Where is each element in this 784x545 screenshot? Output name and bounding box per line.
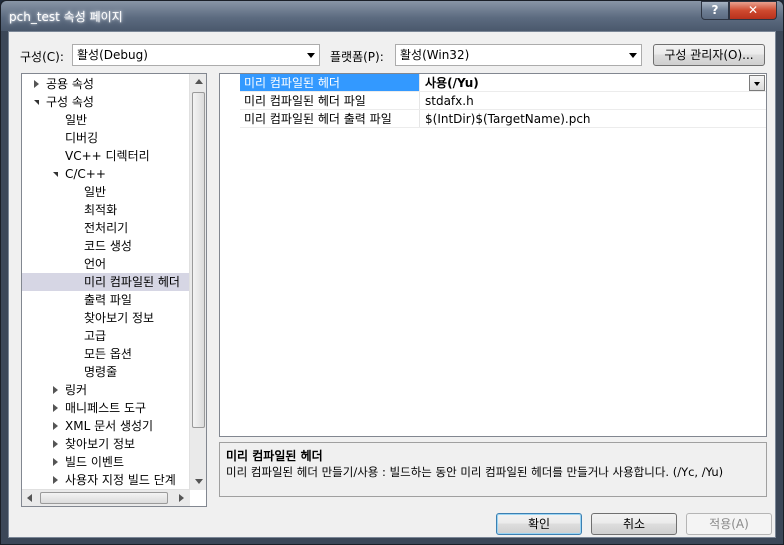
tree-item-label: VC++ 디렉터리	[65, 149, 150, 163]
description-title: 미리 컴파일된 헤더	[226, 449, 323, 463]
tree-hscroll-thumb[interactable]	[40, 492, 168, 504]
config-select-value: 활성(Debug)	[77, 48, 148, 62]
window-title: pch_test 속성 페이지	[9, 10, 123, 24]
tree-item-label: 공용 속성	[46, 77, 94, 91]
scroll-down-icon[interactable]	[195, 479, 203, 484]
platform-select[interactable]: 활성(Win32)	[395, 44, 642, 66]
chevron-down-icon	[754, 82, 760, 86]
collapsed-arrow-icon[interactable]	[53, 476, 58, 484]
tree-item-label: 미리 컴파일된 헤더	[84, 275, 180, 289]
tree-item-label: 매니페스트 도구	[65, 401, 147, 415]
tree-item-label: 디버깅	[65, 131, 99, 145]
help-button[interactable]: ?	[701, 1, 729, 20]
tree-item-label: 일반	[84, 185, 107, 199]
property-row[interactable]: 미리 컴파일된 헤더 파일 stdafx.h	[220, 92, 766, 110]
platform-select-value: 활성(Win32)	[400, 48, 470, 62]
tree-item-label: 최적화	[84, 203, 118, 217]
property-row[interactable]: 미리 컴파일된 헤더 사용(/Yu)	[220, 74, 766, 92]
property-value[interactable]: stdafx.h	[421, 92, 766, 110]
tree-item-label: 언어	[84, 257, 107, 271]
tree-scroll-thumb[interactable]	[192, 92, 205, 428]
property-value-text: $(IntDir)$(TargetName).pch	[425, 112, 591, 126]
collapsed-arrow-icon[interactable]	[34, 80, 39, 88]
description-panel: 미리 컴파일된 헤더 미리 컴파일된 헤더 만들기/사용 : 빌드하는 동안 미…	[219, 442, 767, 497]
scroll-right-icon[interactable]	[179, 494, 184, 502]
tree-item[interactable]: 미리 컴파일된 헤더	[22, 273, 190, 291]
tree-item-label: 찾아보기 정보	[65, 437, 136, 451]
tree-item-label: 코드 생성	[84, 239, 132, 253]
config-manager-button[interactable]: 구성 관리자(O)...	[653, 44, 765, 66]
value-dropdown-button[interactable]	[749, 75, 765, 91]
collapsed-arrow-icon[interactable]	[53, 386, 58, 394]
tree-item-label: 구성 속성	[46, 95, 94, 109]
property-name: 미리 컴파일된 헤더	[240, 74, 420, 92]
tree-horizontal-scrollbar[interactable]	[22, 489, 190, 506]
cancel-button[interactable]: 취소	[591, 513, 677, 535]
tree-item-label: 명령줄	[84, 365, 118, 379]
property-value-text: stdafx.h	[425, 94, 474, 108]
expanded-arrow-icon[interactable]	[53, 172, 58, 177]
property-row[interactable]: 미리 컴파일된 헤더 출력 파일 $(IntDir)$(TargetName).p…	[220, 110, 766, 128]
property-value-text: 사용(/Yu)	[425, 76, 479, 90]
title-bar[interactable]: pch_test 속성 페이지 ? ✕	[1, 1, 783, 31]
tree-item-label: 고급	[84, 329, 107, 343]
property-grid[interactable]: 미리 컴파일된 헤더 사용(/Yu) 미리 컴파일된 헤더 파일 stdafx.h 미리…	[219, 73, 767, 437]
dialog-body: 구성(C): 활성(Debug) 플랫폼(P): 활성(Win32) 구성 관리…	[8, 31, 776, 538]
tree-item-label: 출력 파일	[84, 293, 132, 307]
expanded-arrow-icon[interactable]	[34, 100, 39, 105]
tree-item-label: 전처리기	[84, 221, 129, 235]
scroll-left-icon[interactable]	[27, 494, 32, 502]
tree-item-label: 링커	[65, 383, 88, 397]
tree-item-label: 찾아보기 정보	[84, 311, 155, 325]
config-select[interactable]: 활성(Debug)	[72, 44, 320, 66]
tree-item-label: XML 문서 생성기	[65, 419, 154, 433]
chevron-down-icon	[629, 53, 637, 58]
collapsed-arrow-icon[interactable]	[53, 440, 58, 448]
tree-item-label: 사용자 지정 빌드 단계	[65, 473, 176, 487]
description-body: 미리 컴파일된 헤더 만들기/사용 : 빌드하는 동안 미리 컴파일된 헤더를 …	[226, 465, 724, 479]
ok-button[interactable]: 확인	[496, 513, 582, 535]
collapsed-arrow-icon[interactable]	[53, 458, 58, 466]
close-button[interactable]: ✕	[729, 1, 777, 20]
chevron-down-icon	[307, 53, 315, 58]
tree-item-label: C/C++	[65, 167, 106, 181]
platform-label: 플랫폼(P):	[330, 50, 384, 64]
property-name: 미리 컴파일된 헤더 출력 파일	[240, 110, 420, 128]
row-divider	[240, 127, 766, 128]
tree-item-label: 일반	[65, 113, 88, 127]
config-label: 구성(C):	[20, 50, 64, 64]
collapsed-arrow-icon[interactable]	[53, 422, 58, 430]
tree-vertical-scrollbar[interactable]	[189, 74, 206, 490]
apply-button[interactable]: 적용(A)	[686, 513, 772, 535]
scroll-up-icon[interactable]	[195, 79, 203, 84]
category-tree[interactable]: 공용 속성 구성 속성 일반 디버깅 VC++ 디렉터리 C/C++ 일반 최적화 전처리기 코드…	[21, 73, 207, 507]
property-name: 미리 컴파일된 헤더 파일	[240, 92, 420, 110]
property-value[interactable]: 사용(/Yu)	[421, 74, 766, 92]
collapsed-arrow-icon[interactable]	[53, 404, 58, 412]
tree-item-label: 빌드 이벤트	[65, 455, 125, 469]
property-value[interactable]: $(IntDir)$(TargetName).pch	[421, 110, 766, 128]
tree-item-label: 모든 옵션	[84, 347, 132, 361]
property-pages-window: pch_test 속성 페이지 ? ✕ 구성(C): 활성(Debug) 플랫폼…	[0, 0, 784, 545]
